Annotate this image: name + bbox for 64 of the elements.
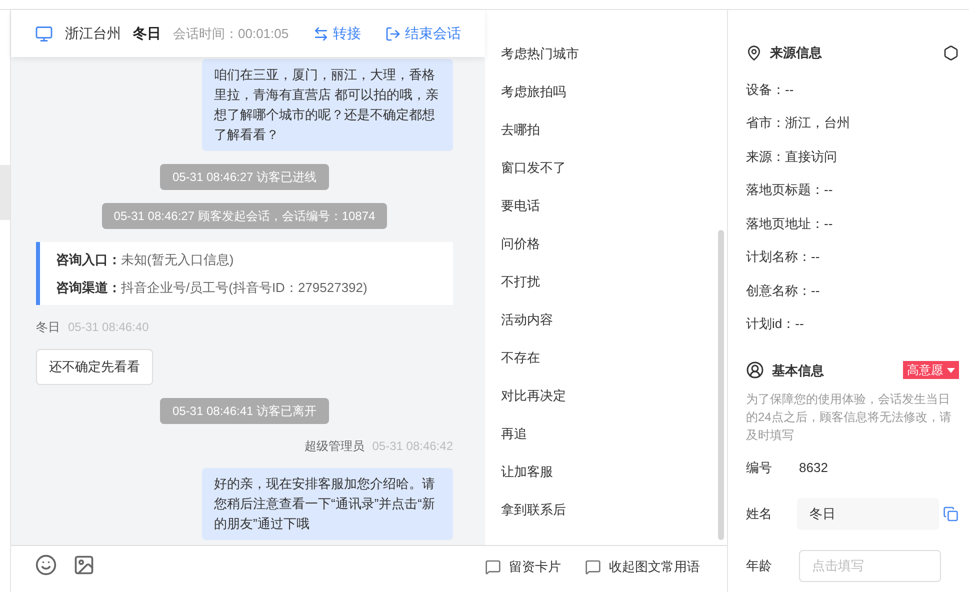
swap-icon	[313, 26, 329, 42]
quick-phrase[interactable]: 拿到联系后	[501, 491, 718, 529]
quick-phrase[interactable]: 窗口发不了	[501, 149, 718, 187]
caret-icon	[947, 368, 955, 373]
location-pin-icon	[746, 44, 762, 61]
source-info-row-text: 创意名称：--	[746, 282, 821, 300]
section-title: 基本信息	[772, 362, 824, 380]
source-info-row-text: 设备：--	[746, 80, 795, 98]
info-label: 咨询入口：	[56, 251, 121, 269]
source-info-row-text: 计划名称：--	[746, 248, 821, 266]
info-value: 未知(暂无入口信息)	[121, 251, 234, 269]
end-session-button[interactable]: 结束会话	[385, 23, 461, 44]
input-field[interactable]: 点击填写	[799, 550, 941, 582]
info-value: 抖音企业号/员工号(抖音号ID：279527392)	[121, 278, 368, 297]
source-info-row-text: 计划id：--	[746, 315, 805, 333]
sender-name: 超级管理员	[304, 438, 364, 455]
field-value: 8632	[799, 459, 828, 477]
message-time: 05-31 08:46:42	[372, 438, 453, 455]
quick-phrase[interactable]: 去哪拍	[501, 111, 718, 149]
visitor-name: 冬日	[133, 24, 161, 43]
message-time: 05-31 08:46:40	[68, 319, 149, 336]
quick-phrase[interactable]: 考虑旅拍吗	[501, 73, 718, 111]
visitor-message-bubble: 还不确定先看看	[36, 349, 153, 385]
agent-message-bubble: 好的亲，现在安排客服加您介绍哈。请您稍后注意查看一下“通讯录”并点击“新的朋友”通过下哦	[202, 468, 453, 540]
source-info-row-text: 落地页地址：--	[746, 214, 834, 232]
lead-card-button[interactable]: 留资卡片	[485, 557, 561, 577]
copy-icon[interactable]	[943, 506, 959, 522]
transfer-button[interactable]: 转接	[313, 23, 361, 44]
sender-name: 冬日	[36, 319, 60, 336]
agent-message-bubble: 咱们在三亚，厦门，丽江，大理，香格里拉，青海有直营店 都可以拍的哦，亲想了解哪个城市的呢？还是不确定都想了解看看？	[202, 59, 453, 151]
exit-icon	[385, 26, 401, 42]
quick-phrase[interactable]: 让加客服	[501, 453, 718, 491]
source-info-row-text: 来源：直接访问	[746, 148, 838, 166]
scrollbar-thumb[interactable]	[718, 230, 724, 540]
section-title: 来源信息	[770, 44, 822, 62]
quick-phrase[interactable]: 问价格	[501, 225, 718, 263]
emoji-icon[interactable]	[35, 554, 57, 576]
quick-phrase[interactable]: 不打扰	[501, 263, 718, 301]
system-notice: 05-31 08:46:27 访客已进线	[160, 164, 329, 190]
field-label: 编号	[746, 459, 773, 477]
source-info-row-text: 落地页标题：--	[746, 181, 834, 199]
quick-phrase[interactable]: 活动内容	[501, 301, 718, 339]
intent-tag-dropdown[interactable]: 高意愿	[903, 361, 959, 380]
message-icon	[585, 559, 601, 575]
system-notice: 05-31 08:46:27 顾客发起会话，会话编号：10874	[102, 203, 388, 229]
quick-phrase[interactable]: 不存在	[501, 339, 718, 377]
system-notice: 05-31 08:46:41 访客已离开	[160, 398, 329, 424]
monitor-icon	[35, 24, 53, 42]
input-field[interactable]: 冬日	[797, 498, 940, 530]
visitor-location: 浙江台州	[65, 24, 121, 43]
source-info-row-text: 省市：浙江，台州	[746, 114, 851, 132]
info-label: 咨询渠道：	[56, 278, 121, 296]
field-label: 年龄	[746, 556, 773, 575]
image-icon[interactable]	[73, 554, 95, 576]
field-label: 姓名	[746, 504, 773, 523]
quick-phrase[interactable]: 再追	[501, 415, 718, 453]
message-icon	[485, 559, 501, 575]
session-duration: 会话时间：00:01:05	[173, 24, 289, 43]
quick-phrase[interactable]: 对比再决定	[501, 377, 718, 415]
user-icon	[746, 361, 764, 380]
quick-phrase[interactable]: 考虑热门城市	[501, 35, 718, 73]
collapse-phrases-button[interactable]: 收起图文常用语	[585, 557, 700, 577]
notice-text: 为了保障您的使用体验，会话发生当日的24点之后，顾客信息将无法修改，请及时填写	[746, 391, 952, 444]
quick-phrase[interactable]: 要电话	[501, 187, 718, 225]
